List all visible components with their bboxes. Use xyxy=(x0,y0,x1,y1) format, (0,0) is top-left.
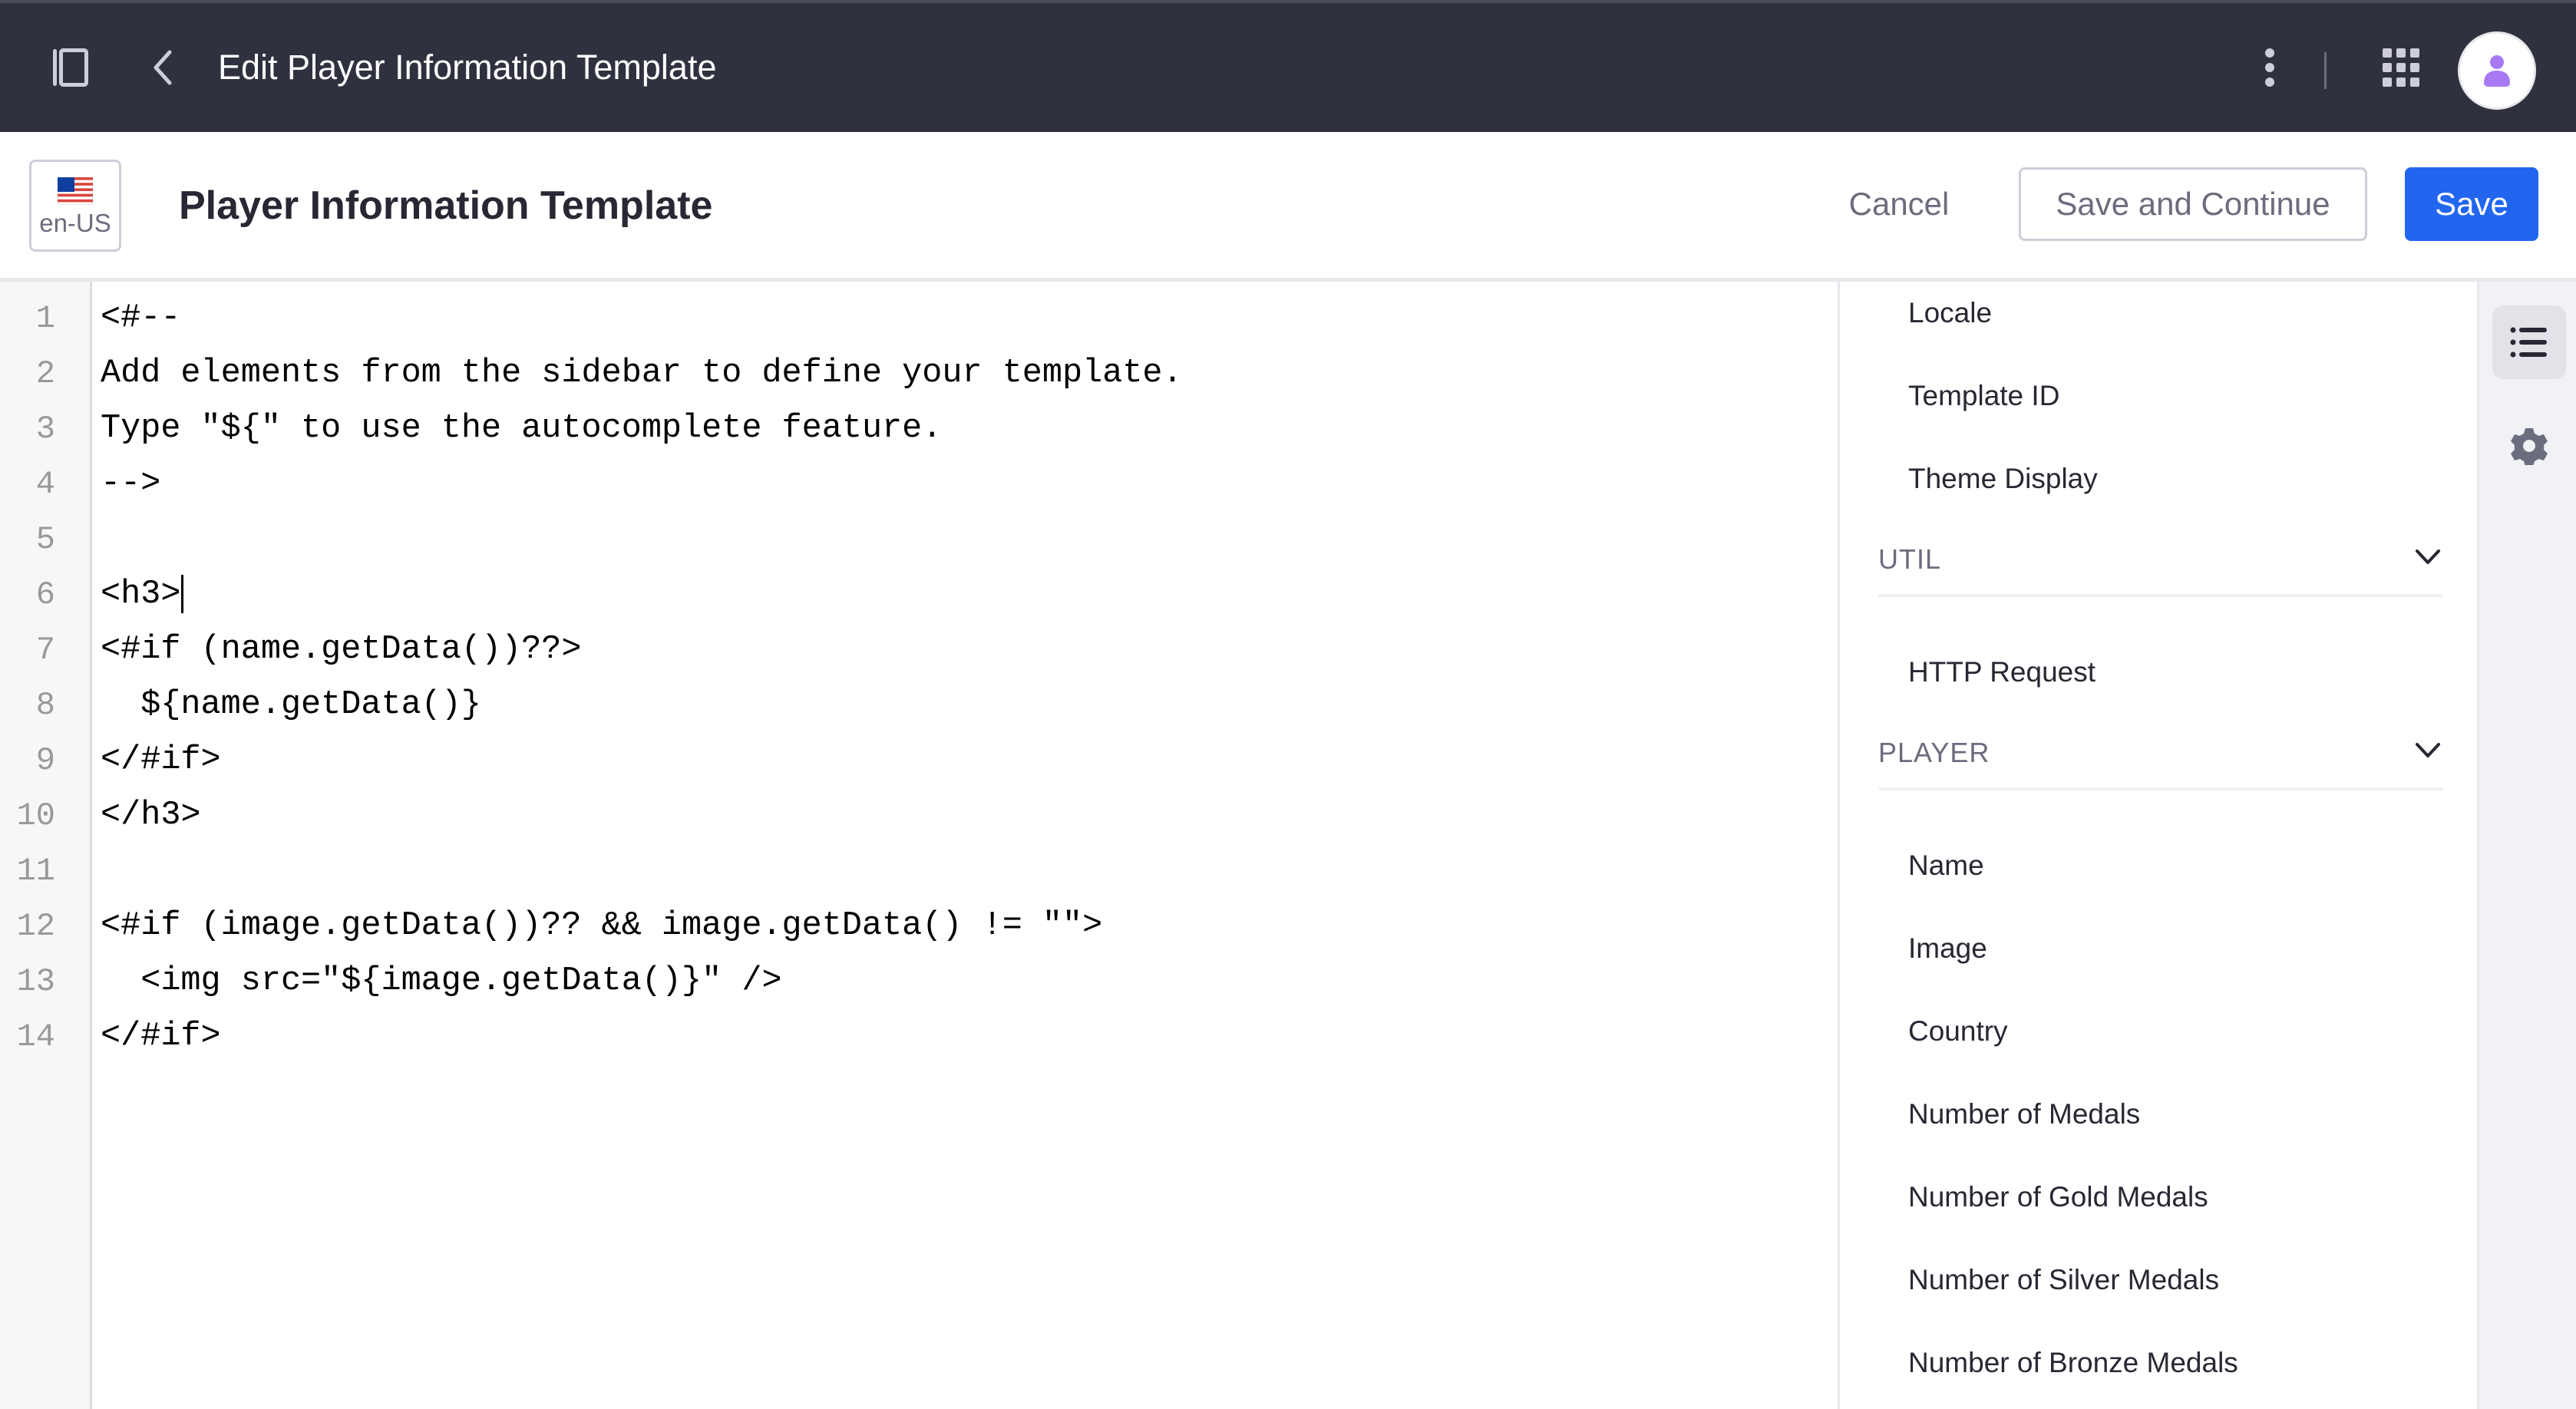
chevron-down-icon xyxy=(2416,743,2440,757)
sidebar-toggle-button[interactable] xyxy=(43,34,98,101)
line-number: 9 xyxy=(35,742,55,779)
locale-label: en-US xyxy=(39,209,111,237)
page-title: Player Information Template xyxy=(179,183,713,228)
elements-panel-button[interactable] xyxy=(2492,305,2566,379)
chevron-left-icon xyxy=(154,50,172,85)
code-line-text: ${name.getData()} xyxy=(101,686,481,724)
settings-panel-button[interactable] xyxy=(2492,409,2566,483)
text-cursor xyxy=(181,574,184,613)
line-number: 10 xyxy=(16,797,55,834)
code-line[interactable]: <img src="${image.getData()}" /> xyxy=(101,954,782,1009)
sidebar-section-util[interactable]: UTIL xyxy=(1878,528,2443,597)
section-label: PLAYER xyxy=(1878,737,1990,768)
sidebar-item-number-of-silver-medals[interactable]: Number of Silver Medals xyxy=(1908,1257,2219,1303)
app-bar-divider xyxy=(2324,52,2327,89)
code-line[interactable]: <#if (image.getData())?? && image.getDat… xyxy=(101,899,1102,954)
apps-menu-button[interactable] xyxy=(2368,37,2434,98)
code-line-text: Type "${" to use the autocomplete featur… xyxy=(101,410,943,447)
section-divider xyxy=(1878,787,2443,790)
sidebar-section-player[interactable]: PLAYER xyxy=(1878,721,2443,790)
user-avatar-button[interactable] xyxy=(2458,31,2536,110)
apps-grid-icon xyxy=(2383,48,2419,87)
line-number: 2 xyxy=(35,355,55,392)
code-line[interactable]: <#if (name.getData())??> xyxy=(101,622,582,678)
line-number: 7 xyxy=(35,632,55,668)
line-number: 14 xyxy=(16,1018,55,1055)
line-number: 8 xyxy=(35,687,55,724)
elements-sidebar: Locale Template ID Theme Display UTIL HT… xyxy=(1840,282,2479,1409)
code-line[interactable]: </#if> xyxy=(101,1009,221,1064)
code-line[interactable]: <#-- xyxy=(101,291,180,346)
sidebar-item-theme-display[interactable]: Theme Display xyxy=(1908,456,2098,502)
sidebar-item-number-of-medals[interactable]: Number of Medals xyxy=(1908,1091,2140,1137)
us-flag-icon xyxy=(58,177,93,205)
line-number: 5 xyxy=(35,521,55,558)
app-bar: Edit Player Information Template xyxy=(0,3,2576,132)
save-and-continue-button[interactable]: Save and Continue xyxy=(2019,167,2367,241)
list-icon xyxy=(2510,327,2547,358)
code-line-text: <h3> xyxy=(101,576,181,613)
code-line-text: <#if (name.getData())??> xyxy=(101,631,582,668)
code-line-text: Add elements from the sidebar to define … xyxy=(101,355,1183,392)
code-line[interactable]: ${name.getData()} xyxy=(101,678,481,733)
sidebar-item-number-of-gold-medals[interactable]: Number of Gold Medals xyxy=(1908,1174,2208,1220)
line-number: 12 xyxy=(16,908,55,945)
save-button[interactable]: Save xyxy=(2405,167,2538,241)
user-avatar-icon xyxy=(2484,55,2510,87)
code-line-text: <#-- xyxy=(101,299,181,337)
sidebar-item-locale[interactable]: Locale xyxy=(1908,290,1992,336)
kebab-vertical-icon xyxy=(2265,48,2274,87)
code-line[interactable]: Add elements from the sidebar to define … xyxy=(101,346,1183,401)
line-number: 1 xyxy=(35,300,55,337)
sidebar-item-image[interactable]: Image xyxy=(1908,926,1987,972)
sidebar-toggle-icon xyxy=(53,48,88,87)
code-line[interactable]: Type "${" to use the autocomplete featur… xyxy=(101,401,942,457)
sidebar-item-http-request[interactable]: HTTP Request xyxy=(1908,649,2095,695)
cancel-button[interactable]: Cancel xyxy=(1825,167,1973,241)
code-line-text: --> xyxy=(101,465,161,503)
code-line-text: <img src="${image.getData()}" /> xyxy=(101,962,782,1000)
line-number-gutter: 1 2 3 4 5 6 7 8 9 10 11 12 13 14 xyxy=(0,282,92,1409)
sidebar-item-country[interactable]: Country xyxy=(1908,1008,2008,1054)
line-number: 3 xyxy=(35,411,55,447)
section-divider xyxy=(1878,594,2443,597)
code-line-text: <#if (image.getData())?? && image.getDat… xyxy=(101,907,1103,945)
code-line-text: </#if> xyxy=(101,741,221,779)
section-label: UTIL xyxy=(1878,543,1942,575)
code-editor[interactable]: 1 2 3 4 5 6 7 8 9 10 11 12 13 14 <#-- Add elements fro… xyxy=(0,282,1840,1409)
line-number: 11 xyxy=(16,853,55,889)
more-options-button[interactable] xyxy=(2245,37,2294,98)
line-number: 13 xyxy=(16,963,55,1000)
sidebar-item-name[interactable]: Name xyxy=(1908,843,1984,889)
locale-selector-button[interactable]: en-US xyxy=(29,160,121,252)
code-line[interactable]: </#if> xyxy=(101,733,221,788)
sidebar-toolbar xyxy=(2479,282,2576,1409)
back-button[interactable] xyxy=(138,34,187,101)
code-line[interactable]: </h3> xyxy=(101,788,201,843)
page-header: en-US Player Information Template Cancel… xyxy=(0,132,2576,278)
code-line[interactable]: --> xyxy=(101,457,160,512)
code-line[interactable]: <h3> xyxy=(101,567,184,622)
gear-icon xyxy=(2511,428,2548,465)
sidebar-item-template-id[interactable]: Template ID xyxy=(1908,373,2059,419)
chevron-down-icon xyxy=(2416,549,2440,564)
code-line-text: </#if> xyxy=(101,1018,221,1055)
code-line-text: </h3> xyxy=(101,797,201,834)
line-number: 6 xyxy=(35,576,55,613)
app-bar-title: Edit Player Information Template xyxy=(218,48,717,87)
line-number: 4 xyxy=(35,466,55,503)
sidebar-item-number-of-bronze-medals[interactable]: Number of Bronze Medals xyxy=(1908,1340,2238,1386)
